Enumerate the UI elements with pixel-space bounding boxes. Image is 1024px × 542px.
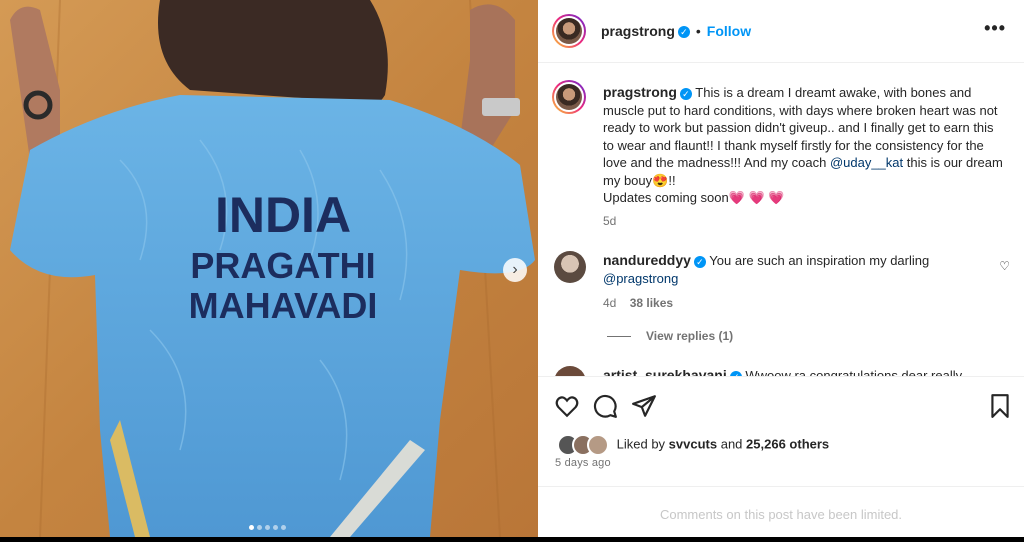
caption-username[interactable]: pragstrong: [603, 84, 677, 100]
view-replies-button[interactable]: View replies (1): [646, 329, 733, 343]
comment-text: You are such an inspiration my darling: [709, 253, 930, 268]
carousel-dot: [264, 525, 270, 530]
commenter-avatar[interactable]: [554, 366, 586, 376]
liked-by-and: and: [720, 436, 743, 452]
caption-author-avatar[interactable]: [552, 80, 586, 114]
separator-dot: •: [695, 23, 701, 39]
comment-username[interactable]: artist_surekhavani: [603, 367, 727, 376]
comment-text: Wwoow ra congratulations dear really: [745, 368, 963, 376]
verified-badge-icon: ✓: [677, 25, 690, 38]
liked-by-prefix: Liked by: [616, 436, 666, 452]
emoji-hearts: 💗 💗 💗: [728, 190, 785, 205]
save-bookmark-icon[interactable]: [987, 393, 1013, 419]
comment-item: artist_surekhavani✓ Wwoow ra congratulat…: [603, 366, 983, 376]
comment-item: nandureddyy ✓ You are such an inspiration…: [603, 251, 983, 312]
comments-limited-notice: Comments on this post have been limited.: [538, 486, 1024, 538]
comment-age[interactable]: 4d: [603, 296, 616, 310]
like-heart-icon[interactable]: [554, 393, 580, 419]
more-options-icon[interactable]: •••: [984, 18, 1006, 39]
carousel-indicator: [247, 517, 287, 535]
verified-badge-icon: ✓: [693, 255, 706, 268]
post-actions: Liked by svvcuts and 25,266 others 5 day…: [538, 376, 1024, 487]
carousel-dot: [248, 525, 254, 530]
comment-like-heart-icon[interactable]: ♡: [999, 259, 1010, 273]
carousel-next-button[interactable]: ›: [503, 258, 527, 282]
liked-by-user-link[interactable]: svvcuts: [669, 436, 717, 451]
likes-summary: Liked by svvcuts and 25,266 others: [557, 434, 829, 456]
carousel-dot: [272, 525, 278, 530]
commenter-avatar[interactable]: [554, 251, 586, 283]
comment-bubble-icon[interactable]: [592, 393, 618, 419]
comment-username[interactable]: nandureddyy: [603, 252, 691, 268]
post-side-panel: pragstrong ✓ • Follow ••• pragstrong ✓ This …: [538, 0, 1024, 537]
caption-mention-link[interactable]: @uday__kat: [830, 155, 903, 170]
jacket-text-line2: PRAGATHI: [190, 245, 375, 286]
replies-divider: [607, 336, 631, 337]
post-header: pragstrong ✓ • Follow •••: [538, 0, 1024, 63]
post-image: INDIA PRAGATHI MAHAVADI: [0, 0, 538, 537]
verified-badge-icon: ✓: [679, 87, 692, 100]
post-timestamp[interactable]: 5 days ago: [555, 457, 611, 469]
author-username[interactable]: pragstrong: [601, 23, 675, 39]
comment-mention-link[interactable]: @pragstrong: [603, 271, 678, 286]
carousel-dot: [256, 525, 262, 530]
post-photo[interactable]: INDIA PRAGATHI MAHAVADI ›: [0, 0, 538, 537]
caption-age[interactable]: 5d: [603, 213, 1003, 231]
emoji-heart-eyes: 😍: [652, 172, 669, 188]
carousel-dot: [280, 525, 286, 530]
author-avatar[interactable]: [552, 14, 586, 48]
caption-updates: Updates coming soon: [603, 190, 729, 205]
follow-button[interactable]: Follow: [707, 23, 751, 39]
jacket-text-line3: MAHAVADI: [189, 285, 378, 326]
caption-text-end: !!: [668, 172, 676, 188]
share-send-icon[interactable]: [631, 393, 657, 419]
comments-scroll-area[interactable]: pragstrong ✓ This is a dream I dreamt awa…: [538, 63, 1024, 376]
jacket-text-line1: INDIA: [215, 187, 351, 243]
comment-likes[interactable]: 38 likes: [630, 296, 673, 310]
liker-avatars[interactable]: [557, 434, 609, 456]
post-caption: pragstrong ✓ This is a dream I dreamt awa…: [603, 84, 1003, 230]
likes-count-link[interactable]: 25,266 others: [746, 436, 829, 451]
